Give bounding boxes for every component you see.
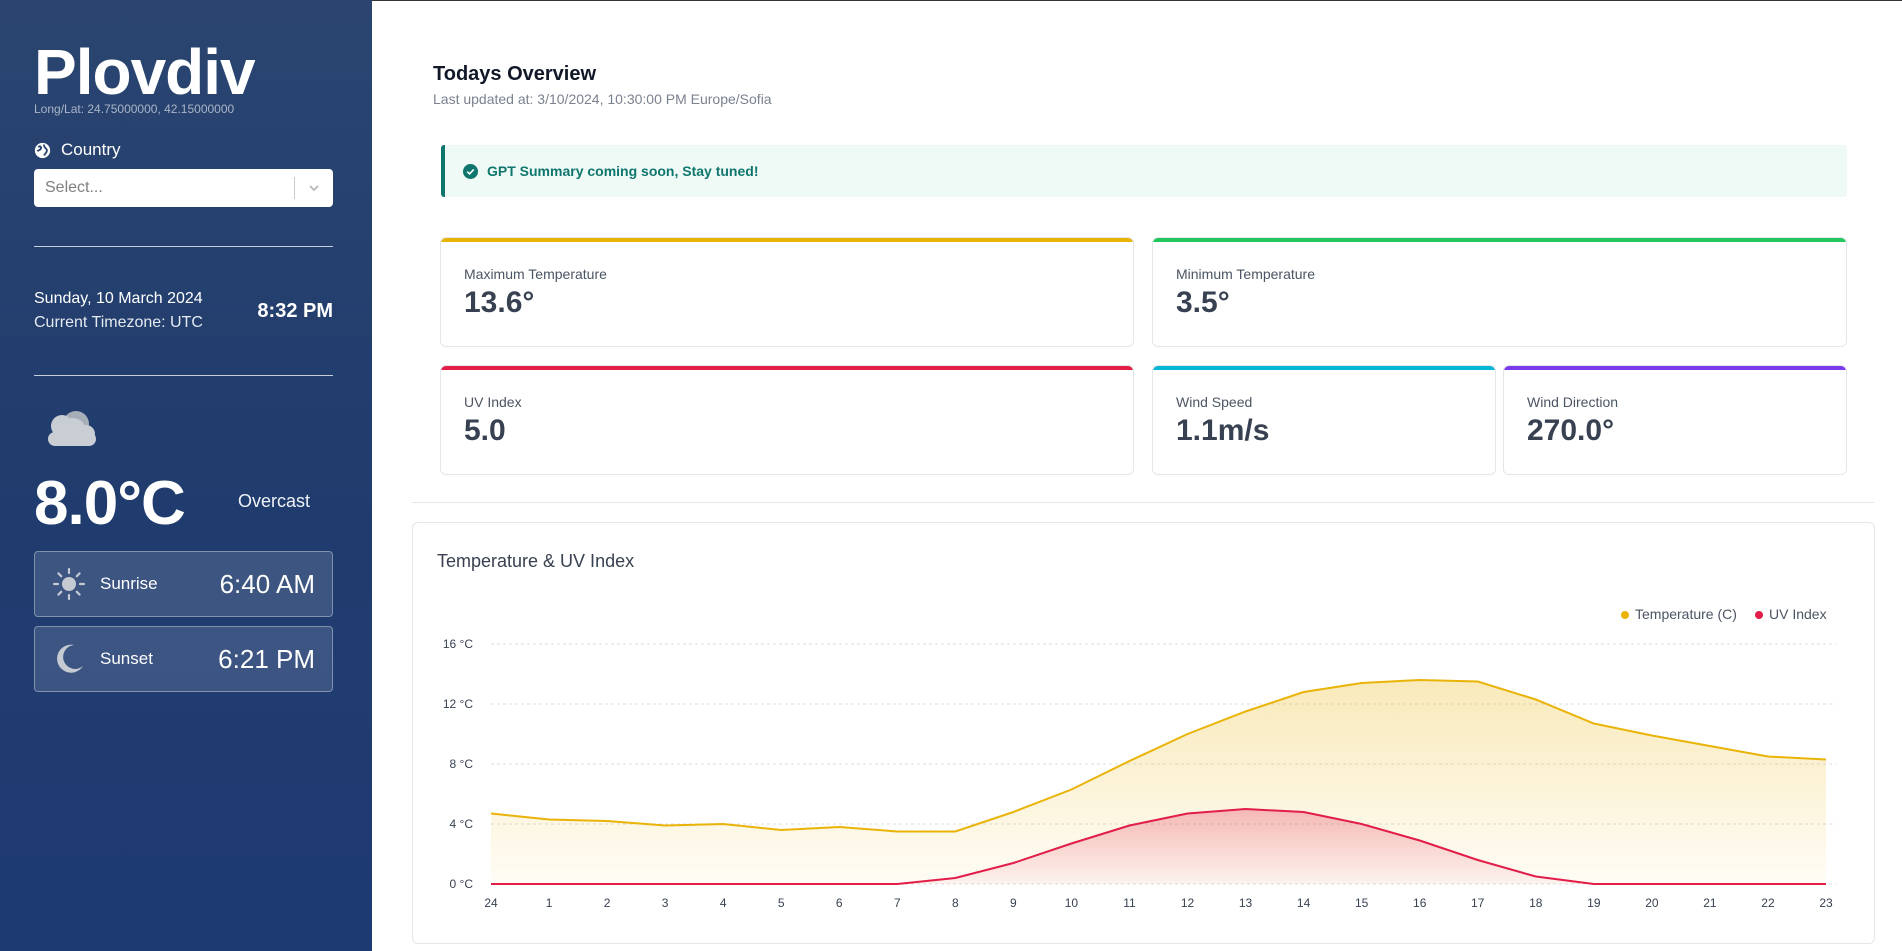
- stat-card-uv-index: UV Index 5.0: [440, 365, 1134, 475]
- y-tick-label: 0 °C: [450, 877, 474, 891]
- current-time: 8:32 PM: [257, 300, 333, 322]
- x-tick-label: 1: [546, 896, 553, 910]
- temperature-uv-chart-card: Temperature & UV Index 0 °C 4 °C 8 °C 12 °C…: [412, 522, 1875, 944]
- card-accent-bar: [1153, 366, 1495, 370]
- section-divider: [412, 502, 1874, 503]
- sun-icon: [52, 567, 86, 601]
- card-accent-bar: [1153, 238, 1846, 242]
- x-tick-label: 5: [778, 896, 785, 910]
- current-timezone: Current Timezone: UTC: [34, 314, 203, 331]
- sunset-card: Sunset 6:21 PM: [34, 626, 333, 692]
- x-tick-label: 19: [1587, 896, 1601, 910]
- card-accent-bar: [441, 366, 1133, 370]
- x-tick-label: 16: [1413, 896, 1427, 910]
- y-tick-label: 4 °C: [450, 817, 474, 831]
- country-select-placeholder: Select...: [45, 179, 103, 196]
- last-updated: Last updated at: 3/10/2024, 10:30:00 PM …: [433, 91, 772, 107]
- stat-card-wind-speed: Wind Speed 1.1m/s: [1152, 365, 1496, 475]
- x-tick-label: 7: [894, 896, 901, 910]
- gpt-summary-alert: GPT Summary coming soon, Stay tuned!: [441, 145, 1847, 197]
- legend-marker: [1755, 611, 1763, 619]
- y-tick-label: 12 °C: [443, 697, 473, 711]
- divider: [34, 375, 333, 376]
- x-tick-label: 4: [720, 896, 727, 910]
- country-label: Country: [34, 140, 121, 160]
- chevron-down-icon[interactable]: [295, 181, 333, 195]
- temperature-uv-chart: 0 °C4 °C8 °C12 °C16 °C24 1 2 3 4 5 6 7 8 9 10 11 12 1…: [443, 606, 1836, 910]
- legend-label: UV Index: [1769, 606, 1827, 622]
- x-tick-label: 15: [1355, 896, 1369, 910]
- city-name: Plovdiv: [34, 36, 256, 108]
- overview-title: Todays Overview: [433, 63, 597, 85]
- x-tick-label: 22: [1761, 896, 1775, 910]
- x-tick-label: 24: [484, 896, 498, 910]
- current-temperature: 8.0°C: [34, 469, 186, 538]
- sunrise-card: Sunrise 6:40 AM: [34, 551, 333, 617]
- stat-label: Wind Direction: [1527, 394, 1619, 410]
- card-accent-bar: [1504, 366, 1846, 370]
- check-circle-icon: [463, 163, 478, 179]
- x-tick-label: 14: [1297, 896, 1311, 910]
- x-tick-label: 8: [952, 896, 959, 910]
- coordinates: Long/Lat: 24.75000000, 42.15000000: [34, 102, 235, 116]
- x-tick-label: 9: [1010, 896, 1017, 910]
- legend-marker: [1621, 611, 1629, 619]
- stat-label: UV Index: [464, 394, 522, 410]
- weather-condition: Overcast: [238, 491, 311, 511]
- sunset-time: 6:21 PM: [218, 643, 315, 674]
- globe-icon: [34, 142, 51, 158]
- x-tick-label: 17: [1471, 896, 1485, 910]
- legend-label: Temperature (C): [1635, 606, 1737, 622]
- stat-label: Wind Speed: [1176, 394, 1253, 410]
- divider: [34, 246, 333, 247]
- x-tick-label: 10: [1065, 896, 1079, 910]
- stat-card-max-temp: Maximum Temperature 13.6°: [440, 237, 1134, 347]
- x-tick-label: 20: [1645, 896, 1659, 910]
- stat-label: Minimum Temperature: [1176, 266, 1316, 282]
- x-tick-label: 2: [604, 896, 611, 910]
- y-tick-label: 8 °C: [450, 757, 474, 771]
- stat-value: 5.0: [464, 414, 506, 447]
- alert-text: GPT Summary coming soon, Stay tuned!: [487, 163, 759, 179]
- main-content: Todays Overview Last updated at: 3/10/20…: [372, 0, 1902, 951]
- stat-value: 1.1m/s: [1176, 414, 1270, 447]
- stat-card-min-temp: Minimum Temperature 3.5°: [1152, 237, 1847, 347]
- x-tick-label: 6: [836, 896, 843, 910]
- x-tick-label: 12: [1181, 896, 1195, 910]
- x-tick-label: 21: [1703, 896, 1717, 910]
- sunset-label: Sunset: [100, 649, 153, 668]
- x-tick-label: 3: [662, 896, 669, 910]
- x-tick-label: 23: [1819, 896, 1833, 910]
- stat-label: Maximum Temperature: [464, 266, 607, 282]
- sunrise-label: Sunrise: [100, 574, 158, 593]
- moon-icon: [57, 644, 83, 673]
- stat-card-wind-direction: Wind Direction 270.0°: [1503, 365, 1847, 475]
- sunrise-time: 6:40 AM: [219, 568, 315, 599]
- x-tick-label: 11: [1123, 896, 1136, 910]
- x-tick-label: 18: [1529, 896, 1543, 910]
- country-label-text: Country: [61, 140, 121, 159]
- cloud-icon: [48, 411, 96, 446]
- x-tick-label: 13: [1239, 896, 1253, 910]
- sidebar: Plovdiv Long/Lat: 24.75000000, 42.150000…: [0, 0, 372, 951]
- country-select[interactable]: Select...: [34, 169, 333, 207]
- current-date: Sunday, 10 March 2024: [34, 290, 203, 307]
- stat-value: 270.0°: [1527, 414, 1615, 447]
- card-accent-bar: [441, 238, 1133, 242]
- stat-value: 13.6°: [464, 286, 535, 319]
- y-tick-label: 16 °C: [443, 637, 473, 651]
- stat-value: 3.5°: [1176, 286, 1230, 319]
